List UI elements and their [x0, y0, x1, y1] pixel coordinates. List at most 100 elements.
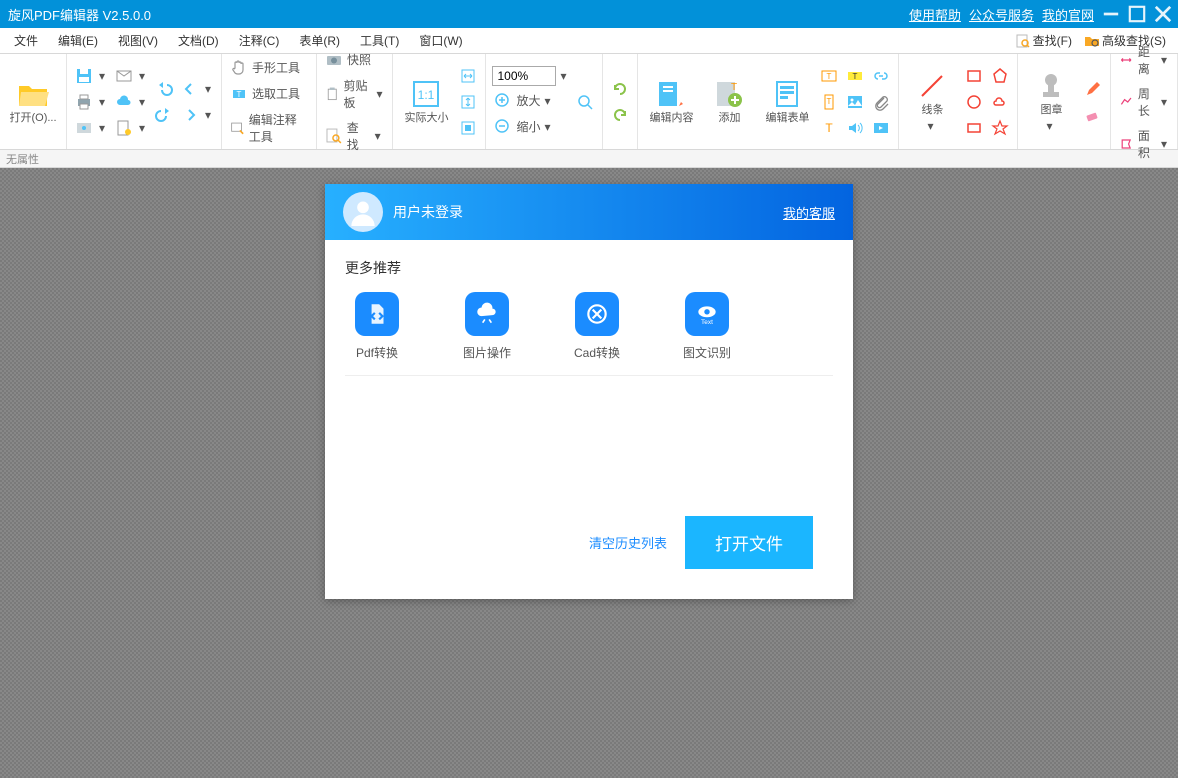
svg-text:T: T: [827, 97, 832, 106]
perimeter-button[interactable]: 周长▾: [1117, 83, 1171, 121]
save-icon[interactable]: [73, 65, 95, 87]
open-button[interactable]: 打开(O)...: [6, 78, 60, 125]
highlight-icon[interactable]: T: [844, 65, 866, 87]
recommend-row: Pdf转换 图片操作 Cad转换 Text 图文识别: [345, 292, 833, 376]
user-status: 用户未登录: [393, 202, 463, 222]
annotate-tool-button[interactable]: 编辑注释工具: [228, 109, 310, 147]
camera-icon: [325, 51, 343, 69]
stamp-icon: [1035, 70, 1067, 102]
menu-annot[interactable]: 注释(C): [229, 28, 290, 53]
menu-bar: 文件 编辑(E) 视图(V) 文档(D) 注释(C) 表单(R) 工具(T) 窗…: [0, 28, 1178, 54]
svg-text:T: T: [237, 90, 242, 99]
rect2-icon[interactable]: [963, 117, 985, 139]
find-button[interactable]: 查找(F): [1011, 30, 1076, 51]
edit-form-button[interactable]: 编辑表单: [760, 78, 814, 125]
close-icon[interactable]: [1154, 5, 1172, 23]
zoom-out-icon: [494, 118, 512, 136]
open-file-button[interactable]: 打开文件: [685, 516, 813, 569]
clipboard-icon: [325, 85, 340, 103]
rotate-ccw-icon[interactable]: [609, 78, 631, 100]
sound-icon[interactable]: [844, 117, 866, 139]
menu-file[interactable]: 文件: [4, 28, 48, 53]
zoom-input[interactable]: [492, 66, 556, 86]
scan-icon[interactable]: [73, 117, 95, 139]
new-doc-icon[interactable]: [113, 117, 135, 139]
svg-text:T: T: [827, 72, 832, 81]
undo-icon[interactable]: [153, 78, 175, 100]
menu-window[interactable]: 窗口(W): [409, 28, 472, 53]
svg-text:1:1: 1:1: [418, 88, 435, 102]
avatar[interactable]: [343, 192, 383, 232]
title-bar: 旋风PDF编辑器 V2.5.0.0 使用帮助 公众号服务 我的官网: [0, 0, 1178, 28]
workspace: 用户未登录 我的客服 更多推荐 Pdf转换 图片操作 Cad转换: [0, 168, 1178, 778]
line-button[interactable]: 线条▾: [905, 70, 959, 133]
app-title: 旋风PDF编辑器 V2.5.0.0: [6, 5, 151, 24]
redo-icon[interactable]: [153, 104, 175, 126]
rec-pdf-convert[interactable]: Pdf转换: [345, 292, 409, 361]
link-icon[interactable]: [870, 65, 892, 87]
menu-edit[interactable]: 编辑(E): [48, 28, 108, 53]
text-vbox-icon[interactable]: T: [818, 91, 840, 113]
poly-icon[interactable]: [989, 65, 1011, 87]
rec-ocr[interactable]: Text 图文识别: [675, 292, 739, 361]
actual-size-icon: 1:1: [410, 78, 442, 110]
circle-icon[interactable]: [963, 91, 985, 113]
text-free-icon[interactable]: T: [818, 117, 840, 139]
fit-width-icon[interactable]: [457, 65, 479, 87]
add-button[interactable]: T添加: [702, 78, 756, 125]
ocr-icon: Text: [685, 292, 729, 336]
fit-page-icon[interactable]: [457, 117, 479, 139]
menu-items: 文件 编辑(E) 视图(V) 文档(D) 注释(C) 表单(R) 工具(T) 窗…: [4, 28, 473, 53]
pencil-icon[interactable]: [1082, 78, 1104, 100]
cloud-shape-icon[interactable]: [989, 91, 1011, 113]
redo-dd-icon[interactable]: [179, 104, 201, 126]
zoom-in-button[interactable]: 放大▾: [492, 90, 570, 112]
eraser-icon[interactable]: [1082, 104, 1104, 126]
rotate-cw-icon[interactable]: [609, 104, 631, 126]
cloud-icon[interactable]: [113, 91, 135, 113]
folder-search-icon: [1084, 33, 1100, 49]
my-service-link[interactable]: 我的客服: [783, 203, 835, 222]
clear-history-link[interactable]: 清空历史列表: [589, 533, 667, 552]
print-icon[interactable]: [73, 91, 95, 113]
mail-icon[interactable]: [113, 65, 135, 87]
annotate-icon: [230, 119, 245, 137]
menu-doc[interactable]: 文档(D): [168, 28, 229, 53]
site-link[interactable]: 我的官网: [1042, 5, 1094, 24]
video-icon[interactable]: [870, 117, 892, 139]
star-icon[interactable]: [989, 117, 1011, 139]
attach-icon[interactable]: [870, 91, 892, 113]
distance-button[interactable]: 距离▾: [1117, 41, 1171, 79]
toolbar-search-button[interactable]: 查找▾: [323, 117, 387, 155]
find-icon: [1015, 33, 1031, 49]
maximize-icon[interactable]: [1128, 5, 1146, 23]
fit-height-icon[interactable]: [457, 91, 479, 113]
actual-size-button[interactable]: 1:1 实际大小: [399, 78, 453, 125]
svg-text:T: T: [731, 82, 737, 93]
cad-convert-icon: [575, 292, 619, 336]
select-tool-button[interactable]: T选取工具: [228, 83, 310, 105]
rec-image-ops[interactable]: 图片操作: [455, 292, 519, 361]
image-insert-icon[interactable]: [844, 91, 866, 113]
user-icon: [349, 198, 377, 226]
search-icon: [325, 127, 343, 145]
undo-dd-icon[interactable]: [179, 78, 201, 100]
welcome-card: 用户未登录 我的客服 更多推荐 Pdf转换 图片操作 Cad转换: [325, 184, 853, 599]
text-box-icon[interactable]: T: [818, 65, 840, 87]
stamp-button[interactable]: 图章▾: [1024, 70, 1078, 133]
clipboard-button[interactable]: 剪贴板▾: [323, 75, 387, 113]
rec-cad-convert[interactable]: Cad转换: [565, 292, 629, 361]
card-header: 用户未登录 我的客服: [325, 184, 853, 240]
hand-tool-button[interactable]: 手形工具: [228, 57, 310, 79]
edit-content-button[interactable]: 编辑内容: [644, 78, 698, 125]
zoom-out-button[interactable]: 缩小▾: [492, 116, 570, 138]
area-button[interactable]: 面积▾: [1117, 125, 1171, 163]
wechat-link[interactable]: 公众号服务: [969, 5, 1034, 24]
help-link[interactable]: 使用帮助: [909, 5, 961, 24]
rect-icon[interactable]: [963, 65, 985, 87]
menu-view[interactable]: 视图(V): [108, 28, 168, 53]
magnify-icon[interactable]: [574, 91, 596, 113]
minimize-icon[interactable]: [1102, 5, 1120, 23]
attribute-bar: 无属性: [0, 150, 1178, 168]
snapshot-button[interactable]: 快照: [323, 49, 387, 71]
